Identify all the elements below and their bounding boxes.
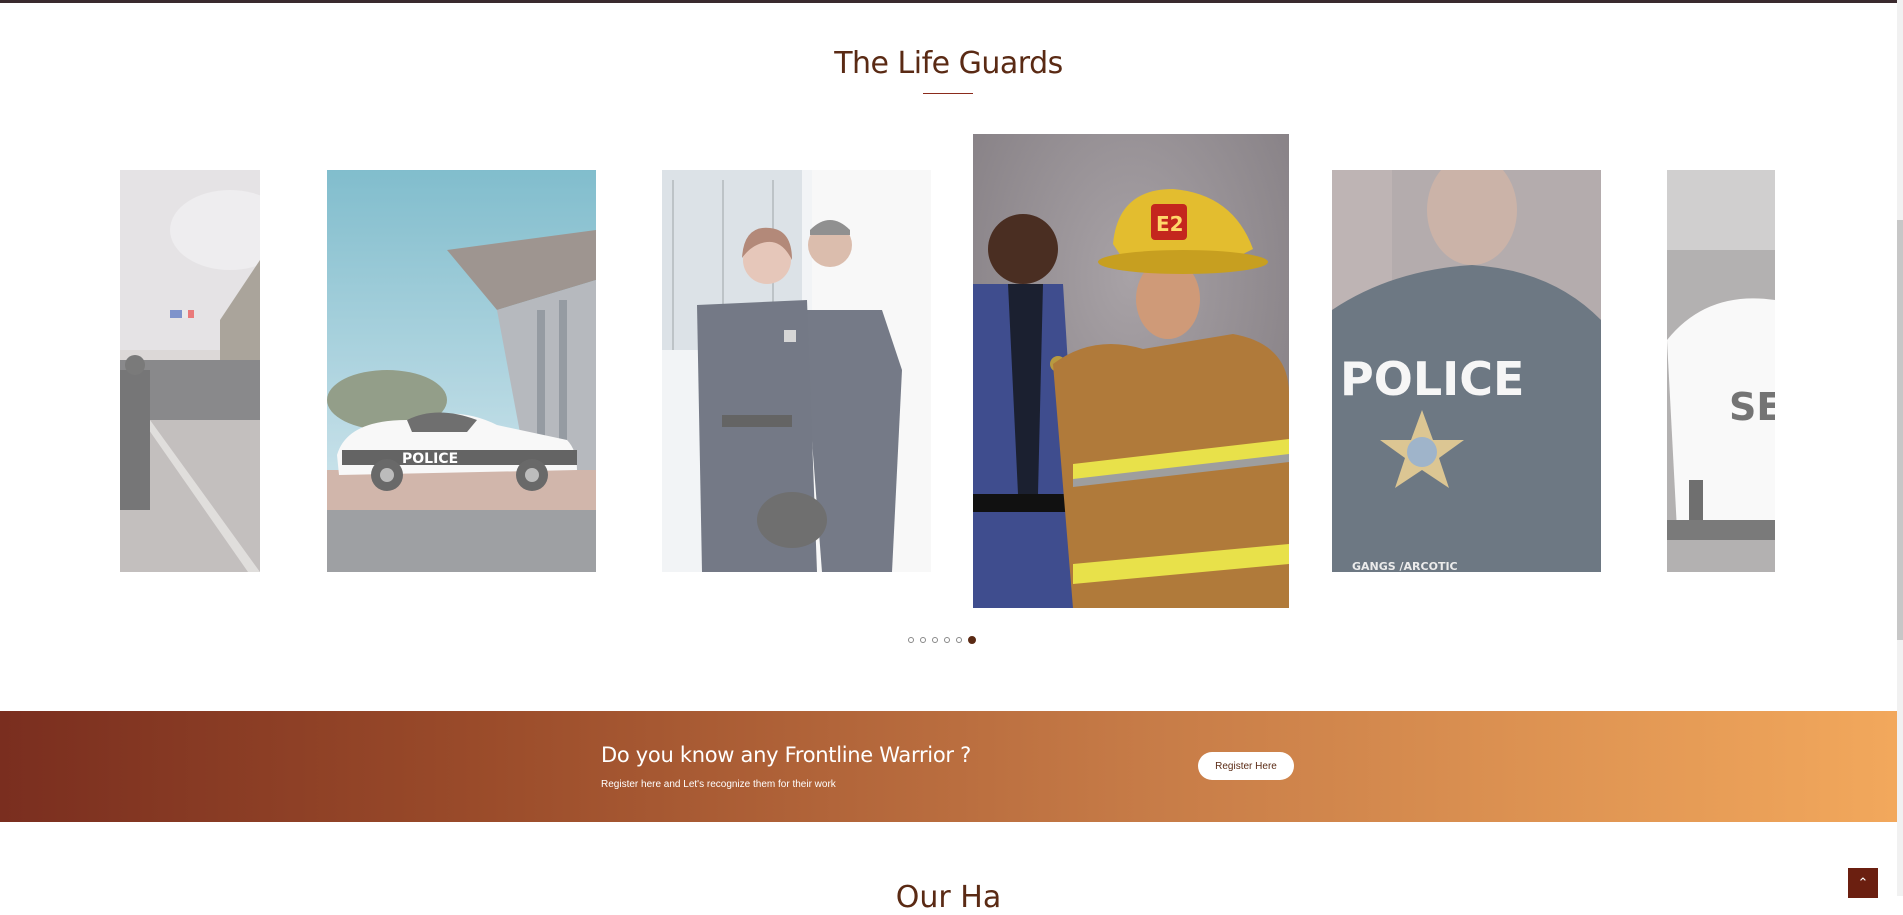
- banner-subtitle: Register here and Let's recognize them f…: [601, 779, 836, 790]
- street-parade-image: [120, 170, 260, 572]
- helmet-number: E2: [1156, 212, 1184, 236]
- back-to-top-button[interactable]: ⌃: [1848, 868, 1878, 898]
- police-back-image: POLICE GANGS /ARCOTIC: [1332, 170, 1601, 572]
- page-scrollbar[interactable]: [1897, 0, 1903, 896]
- carousel-slide-security[interactable]: SEC: [1667, 170, 1775, 572]
- police-shirt-subtext: GANGS /ARCOTIC: [1352, 560, 1458, 572]
- next-section-title: Our Ha: [895, 880, 1002, 915]
- police-shirt-text: POLICE: [1340, 352, 1524, 406]
- carousel-dot-2[interactable]: [920, 637, 926, 643]
- carousel-slide-police-back[interactable]: POLICE GANGS /ARCOTIC: [1332, 170, 1601, 572]
- section-title: The Life Guards: [834, 46, 1063, 81]
- carousel-dot-4[interactable]: [944, 637, 950, 643]
- carousel-slide-officer-firefighter[interactable]: E2: [973, 134, 1289, 608]
- frontline-warrior-banner: Do you know any Frontline Warrior ? Regi…: [0, 711, 1897, 822]
- banner-title: Do you know any Frontline Warrior ?: [601, 743, 971, 767]
- title-underline: [923, 93, 973, 94]
- police-car-image: POLICE: [327, 170, 596, 572]
- security-shirt-text: SEC: [1729, 385, 1775, 429]
- scrollbar-thumb[interactable]: [1897, 220, 1903, 640]
- carousel-slide-street[interactable]: [120, 170, 260, 572]
- carousel-dot-6-active[interactable]: [968, 636, 976, 644]
- police-officers-image: [662, 170, 931, 572]
- carousel-dot-3[interactable]: [932, 637, 938, 643]
- security-image: SEC: [1667, 170, 1775, 572]
- register-here-button[interactable]: Register Here: [1198, 752, 1294, 780]
- carousel-dot-1[interactable]: [908, 637, 914, 643]
- chevron-up-icon: ⌃: [1857, 875, 1869, 890]
- carousel-dot-5[interactable]: [956, 637, 962, 643]
- carousel-dots: [908, 636, 976, 644]
- carousel-slide-police-car[interactable]: POLICE: [327, 170, 596, 572]
- police-car-text: POLICE: [402, 451, 458, 467]
- top-border: [0, 0, 1897, 3]
- officer-firefighter-image: E2: [973, 134, 1289, 608]
- carousel-slide-police-officers[interactable]: [662, 170, 931, 572]
